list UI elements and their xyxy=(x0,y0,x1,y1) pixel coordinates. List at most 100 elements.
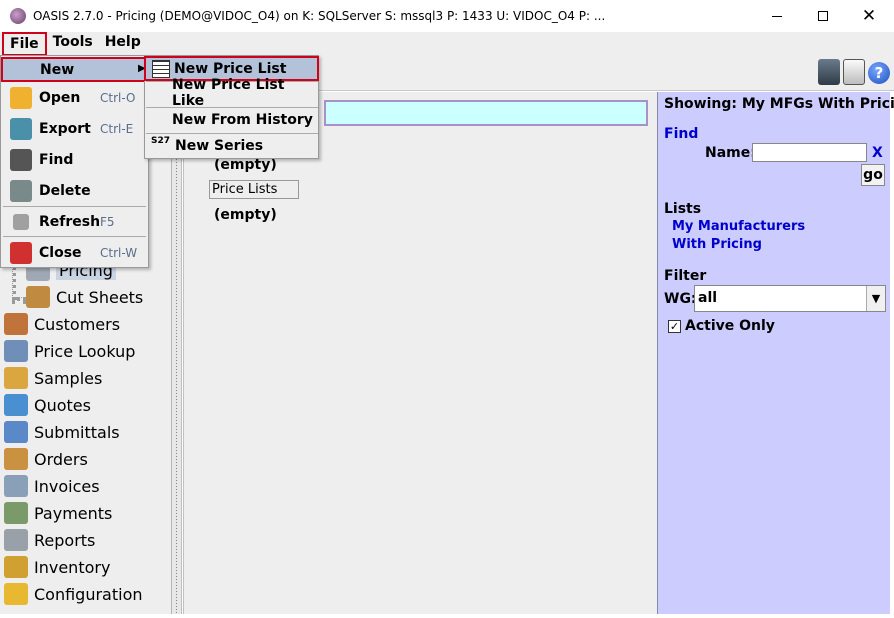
nav-item-invoices[interactable]: Invoices xyxy=(4,473,100,499)
menu-item-label: Open xyxy=(39,89,81,106)
minimize-button[interactable] xyxy=(754,0,800,32)
nav-item-label: Inventory xyxy=(34,557,111,577)
nav-item-submittals[interactable]: Submittals xyxy=(4,419,120,445)
export-icon xyxy=(10,117,32,140)
file-menu-refresh[interactable]: Refresh F5 xyxy=(1,206,148,237)
panel-splitter[interactable] xyxy=(172,92,182,614)
file-menu-delete[interactable]: Delete xyxy=(1,175,148,206)
menu-item-label: New Series xyxy=(175,138,264,154)
nav-item-label: Samples xyxy=(34,368,103,388)
wg-selected-value: all xyxy=(698,290,718,306)
nav-item-label: Submittals xyxy=(34,422,120,442)
cut-sheets-icon xyxy=(26,286,50,308)
close-window-button[interactable]: ✕ xyxy=(846,0,892,32)
with-pricing-link[interactable]: With Pricing xyxy=(672,237,762,252)
invoices-icon xyxy=(4,475,28,497)
nav-item-label: Price Lookup xyxy=(34,341,136,361)
series-icon: S27 xyxy=(151,136,171,146)
inventory-icon xyxy=(4,556,28,578)
name-label: Name: xyxy=(705,145,756,161)
tree-connector xyxy=(12,297,26,301)
nav-item-reports[interactable]: Reports xyxy=(4,527,95,553)
active-only-checkbox[interactable]: ✓ xyxy=(668,320,681,333)
content-header-field[interactable] xyxy=(324,100,648,126)
customers-icon xyxy=(4,313,28,335)
clear-name-button[interactable]: X xyxy=(872,145,883,161)
lists-heading: Lists xyxy=(664,201,702,217)
find-heading: Find xyxy=(664,126,699,142)
nav-item-customers[interactable]: Customers xyxy=(4,311,120,337)
nav-item-label: Reports xyxy=(34,530,96,550)
refresh-icon xyxy=(13,213,29,230)
reports-icon xyxy=(4,529,28,551)
file-menu-close[interactable]: Close Ctrl-W xyxy=(1,237,148,268)
app-icon xyxy=(10,8,26,24)
splitter-grip xyxy=(175,92,178,614)
menu-file[interactable]: File xyxy=(2,31,47,56)
nav-item-label: Payments xyxy=(34,503,113,523)
title-bar: OASIS 2.7.0 - Pricing (DEMO@VIDOC_O4) on… xyxy=(0,0,894,32)
shortcut-label: Ctrl-O xyxy=(100,90,136,105)
submittals-icon xyxy=(4,421,28,443)
shortcut-label: Ctrl-W xyxy=(100,245,138,260)
nav-item-label: Configuration xyxy=(34,584,143,604)
manual-book-icon[interactable] xyxy=(843,59,865,85)
wg-select[interactable]: all ▼ xyxy=(694,285,886,312)
nav-item-label: Orders xyxy=(34,449,88,469)
shortcut-label: F5 xyxy=(100,214,115,229)
file-menu-export[interactable]: Export Ctrl-E xyxy=(1,113,148,144)
menu-item-label: Export xyxy=(39,120,91,137)
file-menu-find[interactable]: Find xyxy=(1,144,148,175)
manufacturer-filter-panel: Showing: My MFGs With Pricing Find Name:… xyxy=(657,92,894,614)
go-button[interactable]: go xyxy=(861,164,885,186)
nav-item-payments[interactable]: Payments xyxy=(4,500,112,526)
configuration-icon xyxy=(4,583,28,605)
wg-label: WG: xyxy=(664,291,697,307)
nav-item-configuration[interactable]: Configuration xyxy=(4,581,143,607)
name-search-input[interactable] xyxy=(752,143,867,162)
new-price-list-like-item[interactable]: New Price List Like xyxy=(145,77,318,109)
menu-item-label: Refresh xyxy=(39,213,101,230)
maximize-icon xyxy=(818,11,828,21)
new-from-history-item[interactable]: New From History xyxy=(145,107,318,133)
nav-item-cut-sheets[interactable]: Cut Sheets xyxy=(26,284,143,310)
chevron-down-icon[interactable]: ▼ xyxy=(866,286,885,311)
nav-item-orders[interactable]: Orders xyxy=(4,446,88,472)
help-icon[interactable]: ? xyxy=(868,62,890,84)
menu-item-label: Find xyxy=(39,151,74,168)
nav-item-quotes[interactable]: Quotes xyxy=(4,392,91,418)
open-folder-icon xyxy=(10,86,32,109)
price-lookup-icon xyxy=(4,340,28,362)
file-menu-open[interactable]: Open Ctrl-O xyxy=(1,82,148,113)
menu-item-label: Delete xyxy=(39,182,91,199)
nav-item-label: Invoices xyxy=(34,476,100,496)
trash-can-icon xyxy=(10,179,32,202)
content-panel: (empty) Price Lists (empty) xyxy=(183,92,657,614)
menu-item-label: New From History xyxy=(172,112,313,128)
quotes-icon xyxy=(4,394,28,416)
menu-item-label: New Price List xyxy=(174,60,287,77)
file-menu-dropdown: New ▶ Open Ctrl-O Export Ctrl-E Find Del… xyxy=(0,55,149,268)
my-manufacturers-link[interactable]: My Manufacturers xyxy=(672,219,805,234)
minimize-icon xyxy=(772,15,782,17)
assistant-icon[interactable] xyxy=(818,59,840,85)
nav-item-label: Quotes xyxy=(34,395,91,415)
maximize-button[interactable] xyxy=(800,0,846,32)
binoculars-icon xyxy=(10,148,32,171)
menu-item-label: New Price List Like xyxy=(172,77,285,109)
window-title: OASIS 2.7.0 - Pricing (DEMO@VIDOC_O4) on… xyxy=(33,9,606,23)
empty-placeholder: (empty) xyxy=(214,157,277,173)
menu-item-label: Close xyxy=(39,244,82,261)
new-submenu: New Price List New Price List Like New F… xyxy=(144,55,319,159)
nav-item-price-lookup[interactable]: Price Lookup xyxy=(4,338,135,364)
menu-tools[interactable]: Tools xyxy=(47,32,99,55)
new-series-item[interactable]: S27 New Series xyxy=(145,133,318,159)
nav-item-label: Customers xyxy=(34,314,121,334)
shortcut-label: Ctrl-E xyxy=(100,121,134,136)
nav-item-label: Cut Sheets xyxy=(56,287,144,307)
file-menu-new[interactable]: New ▶ xyxy=(1,57,148,82)
nav-item-samples[interactable]: Samples xyxy=(4,365,102,391)
menu-help[interactable]: Help xyxy=(99,32,147,55)
orders-icon xyxy=(4,448,28,470)
nav-item-inventory[interactable]: Inventory xyxy=(4,554,110,580)
